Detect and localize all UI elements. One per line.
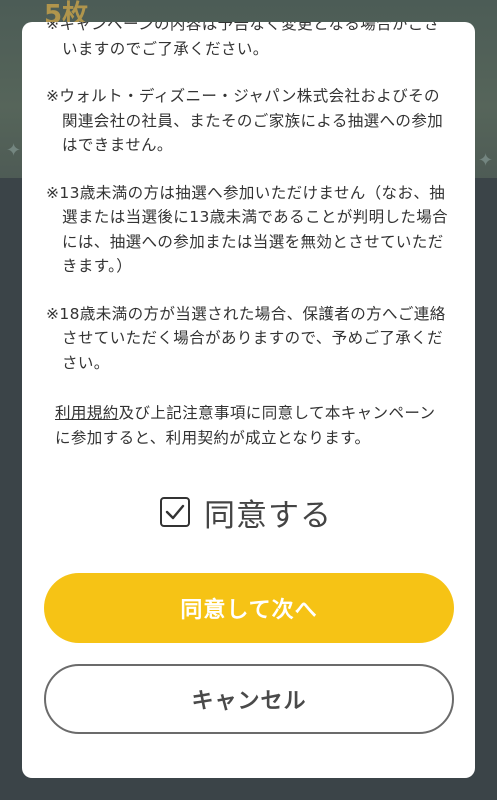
consent-modal: ※キャンペーンの内容は予告なく変更となる場合がございますのでご了承ください。 ※…	[22, 22, 475, 778]
sparkle-icon: ✦	[6, 140, 22, 161]
sparkle-icon: ✦	[478, 150, 494, 171]
terms-of-use-link[interactable]: 利用規約	[55, 404, 119, 422]
agree-checkbox-row[interactable]: 同意する	[160, 492, 332, 534]
note-item: ※ウォルト・ディズニー・ジャパン株式会社およびその関連会社の社員、またそのご家族…	[46, 87, 444, 154]
notes-list: ※キャンペーンの内容は予告なく変更となる場合がございますのでご了承ください。 ※…	[46, 22, 450, 398]
note-item: ※18歳未満の方が当選された場合、保護者の方へご連絡させていただく場合があります…	[46, 304, 446, 372]
agree-label: 同意する	[204, 497, 332, 534]
note-item: ※キャンペーンの内容は予告なく変更となる場合がございますのでご了承ください。	[46, 22, 440, 58]
note-item: ※13歳未満の方は抽選へ参加いただけません（なお、抽選または当選後に13歳未満で…	[46, 183, 449, 276]
checkmark-icon	[165, 504, 185, 520]
terms-statement: 利用規約及び上記注意事項に同意して本キャンペーンに参加すると、利用契約が成立とな…	[55, 401, 451, 451]
cancel-button[interactable]: キャンセル	[44, 664, 454, 734]
agree-checkbox[interactable]	[160, 497, 190, 527]
agree-next-button[interactable]: 同意して次へ	[44, 573, 454, 643]
